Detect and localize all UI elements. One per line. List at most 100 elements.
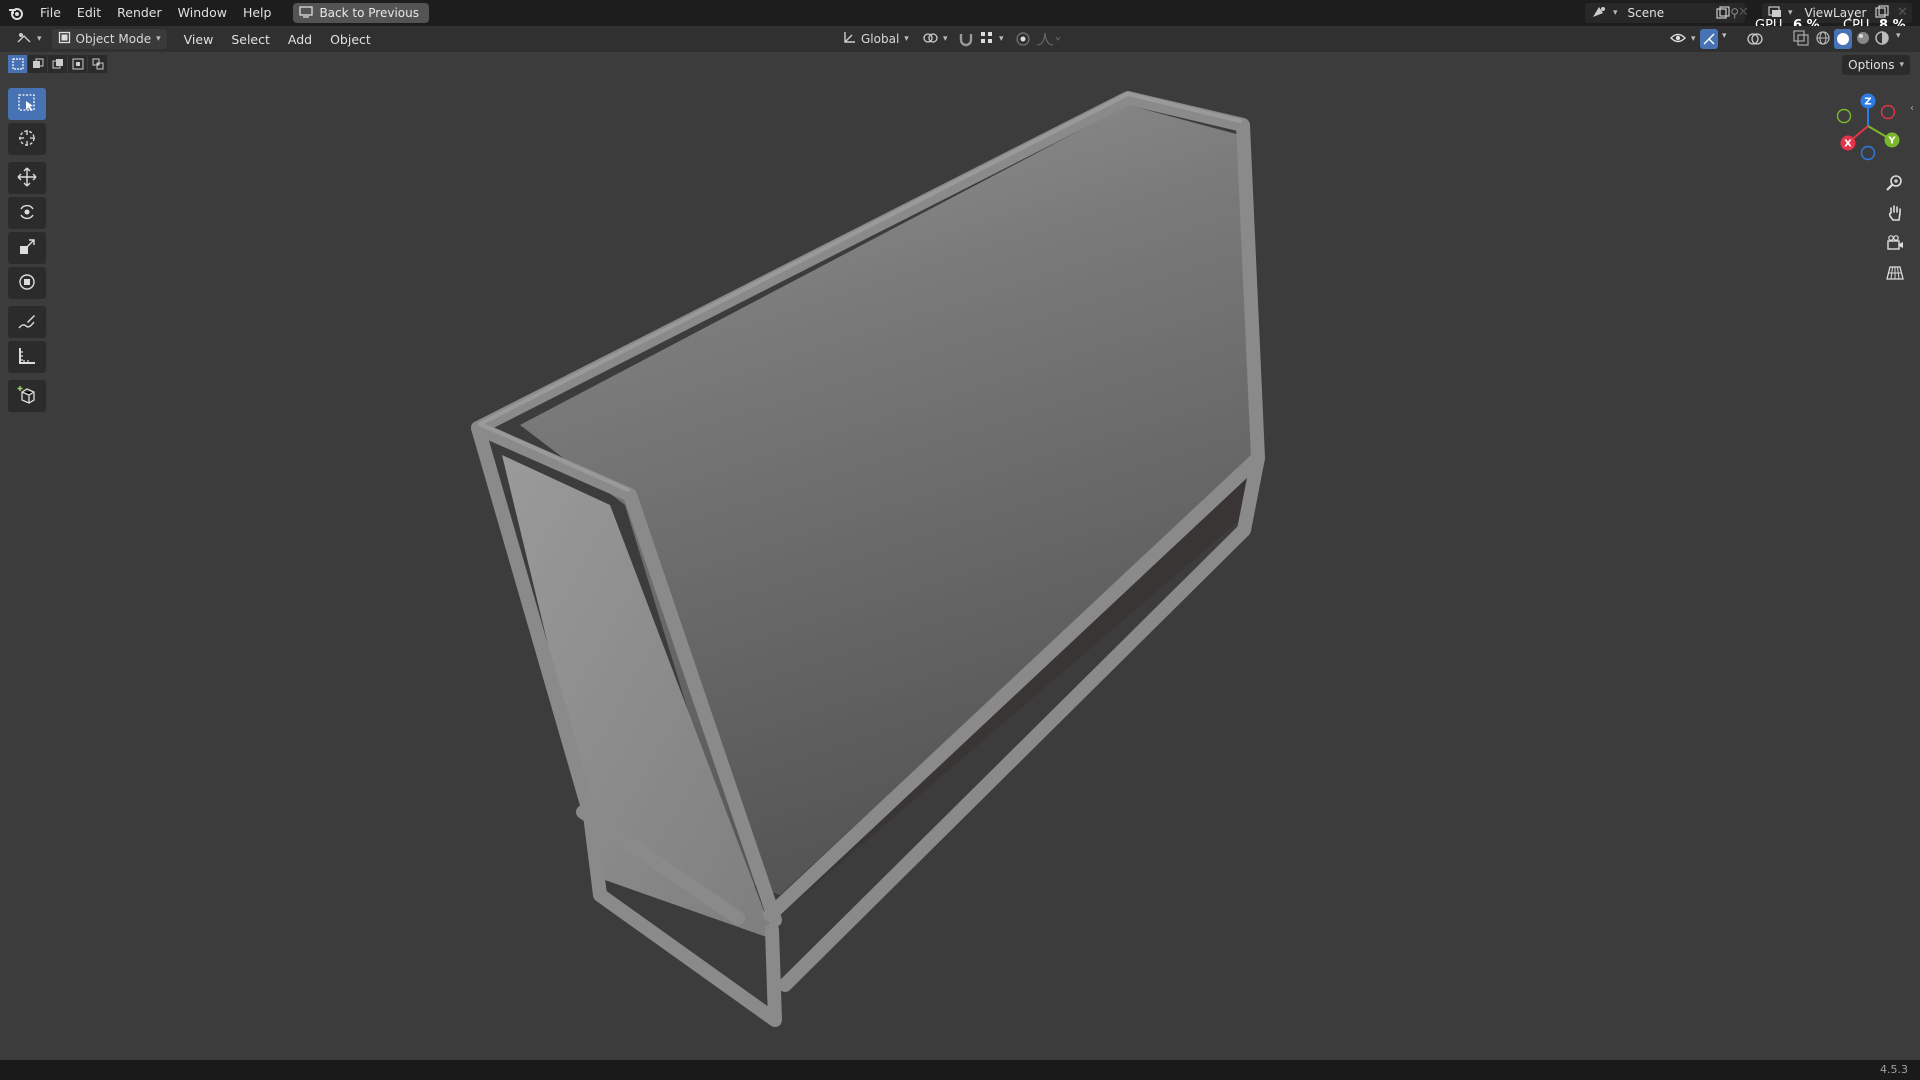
rotate-icon xyxy=(17,202,37,225)
3d-viewport[interactable] xyxy=(0,52,1920,1060)
scale-tool[interactable] xyxy=(8,232,46,264)
menu-window[interactable]: Window xyxy=(170,0,235,26)
chevron-down-icon: ▾ xyxy=(1899,60,1904,70)
scene-name: Scene xyxy=(1627,6,1665,20)
editor-type-selector[interactable]: ▾ xyxy=(10,29,48,49)
move-tool[interactable] xyxy=(8,162,46,194)
chevron-down-icon: ▾ xyxy=(37,34,42,44)
mode-label: Object Mode xyxy=(75,32,152,46)
chevron-down-icon: ▾ xyxy=(156,34,161,44)
transform-orientation-selector[interactable]: Global ▾ xyxy=(836,29,915,49)
navigation-gizmo[interactable]: Z Y X xyxy=(1826,90,1906,165)
rotate-tool[interactable] xyxy=(8,197,46,229)
add-cube-tool[interactable] xyxy=(8,380,46,412)
close-scene-icon[interactable]: ✕ xyxy=(1738,5,1749,20)
chevron-down-icon: ▾ xyxy=(1691,34,1696,44)
select-box-tool[interactable] xyxy=(8,88,46,120)
menu-file[interactable]: File xyxy=(32,0,69,26)
falloff-icon[interactable] xyxy=(1036,31,1062,50)
grid-perspective-icon xyxy=(1886,264,1904,285)
menu-help[interactable]: Help xyxy=(235,0,280,26)
scale-icon xyxy=(17,237,37,260)
back-to-previous-button[interactable]: Back to Previous xyxy=(293,3,429,23)
options-label: Options xyxy=(1848,58,1895,72)
menu-add[interactable]: Add xyxy=(279,32,321,47)
annotate-icon xyxy=(17,311,37,334)
chevron-down-icon: ▾ xyxy=(1613,8,1618,18)
chevron-down-icon: ▾ xyxy=(1788,8,1793,18)
zoom-button[interactable] xyxy=(1881,170,1909,198)
menu-select[interactable]: Select xyxy=(222,32,279,47)
snap-toggle-icon[interactable] xyxy=(958,31,974,50)
sidebar-toggle-icon[interactable]: ‹ xyxy=(1910,103,1914,114)
camera-icon xyxy=(1886,234,1904,255)
zoom-icon xyxy=(1886,174,1904,195)
select-intersect-icon[interactable] xyxy=(88,55,107,73)
overlays-icon[interactable] xyxy=(1746,30,1764,51)
version-label: 4.5.3 xyxy=(1880,1063,1908,1076)
transform-tool[interactable] xyxy=(8,267,46,299)
add-cube-icon xyxy=(17,385,37,408)
xray-icon[interactable] xyxy=(1793,30,1809,49)
gizmo-neg-x[interactable] xyxy=(1880,104,1896,120)
camera-view-button[interactable] xyxy=(1881,230,1909,258)
orientation-label: Global xyxy=(861,32,900,46)
menu-edit[interactable]: Edit xyxy=(69,0,109,26)
chevron-down-icon[interactable]: ▾ xyxy=(1896,31,1901,41)
pivot-icon xyxy=(922,31,938,48)
wireframe-shading-icon[interactable] xyxy=(1815,30,1831,49)
gizmo-neg-z[interactable] xyxy=(1860,145,1876,161)
rendered-shading-icon[interactable] xyxy=(1874,30,1890,49)
orientation-icon xyxy=(842,31,856,48)
options-dropdown[interactable]: Options ▾ xyxy=(1842,55,1910,75)
eye-icon xyxy=(1670,31,1686,48)
move-icon xyxy=(17,167,37,190)
chevron-down-icon: ▾ xyxy=(904,34,909,44)
chevron-down-icon: ▾ xyxy=(999,34,1004,44)
visibility-selector[interactable]: ▾ xyxy=(1664,29,1702,49)
scene-icon xyxy=(1591,5,1607,22)
perspective-toggle-button[interactable] xyxy=(1881,260,1909,288)
measure-tool[interactable] xyxy=(8,341,46,373)
mode-selector[interactable]: Object Mode ▾ xyxy=(51,29,167,49)
viewport-editor-icon xyxy=(16,31,32,48)
select-new-icon[interactable] xyxy=(8,55,27,73)
screen-icon xyxy=(299,5,314,21)
object-mode-icon xyxy=(58,31,71,47)
select-extend-icon[interactable] xyxy=(28,55,47,73)
cursor-icon xyxy=(17,128,37,151)
select-invert-icon[interactable] xyxy=(68,55,87,73)
pan-button[interactable] xyxy=(1881,200,1909,228)
pivot-point-selector[interactable]: ▾ xyxy=(916,29,954,49)
menu-view[interactable]: View xyxy=(175,32,223,47)
snap-target-selector[interactable]: ▾ xyxy=(974,29,1010,49)
annotate-tool[interactable] xyxy=(8,306,46,338)
proportional-editing-icon[interactable] xyxy=(1015,31,1031,50)
chevron-down-icon: ▾ xyxy=(943,34,948,44)
gizmo-neg-y[interactable] xyxy=(1836,108,1852,124)
gizmo-y-label: Y xyxy=(1887,136,1896,147)
menu-render[interactable]: Render xyxy=(109,0,170,26)
select-box-icon xyxy=(17,93,37,116)
transform-icon xyxy=(17,272,37,295)
material-preview-icon[interactable] xyxy=(1855,30,1871,49)
solid-shading-icon[interactable] xyxy=(1834,29,1852,49)
status-bar: 4.5.3 xyxy=(0,1060,1920,1080)
cursor-tool[interactable] xyxy=(8,123,46,155)
hand-icon xyxy=(1886,204,1904,225)
gizmo-z-label: Z xyxy=(1864,97,1871,108)
tool-shelf xyxy=(8,88,47,415)
new-view-layer-icon[interactable] xyxy=(1875,5,1889,19)
scene-mesh-object[interactable] xyxy=(0,52,1920,1060)
chevron-down-icon[interactable]: ▾ xyxy=(1722,31,1727,41)
select-subtract-icon[interactable] xyxy=(48,55,67,73)
selection-mode-group xyxy=(8,55,107,73)
measure-icon xyxy=(17,346,37,369)
gizmo-toggle-icon[interactable] xyxy=(1700,29,1718,49)
snap-grid-icon xyxy=(980,31,994,48)
back-to-previous-label: Back to Previous xyxy=(319,6,419,20)
gizmo-x-label: X xyxy=(1844,139,1852,150)
blender-logo-icon[interactable] xyxy=(0,0,32,26)
menu-object[interactable]: Object xyxy=(321,32,380,47)
new-scene-icon[interactable] xyxy=(1716,6,1730,20)
